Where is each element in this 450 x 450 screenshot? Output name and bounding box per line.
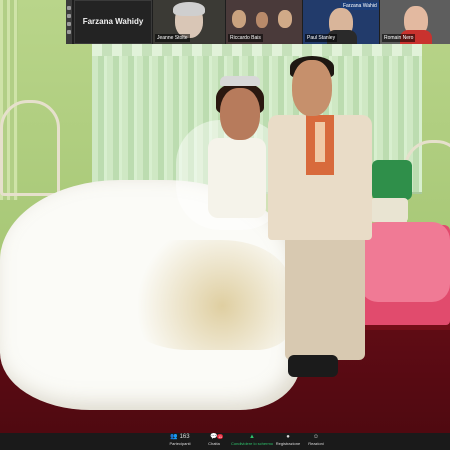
bed-pillow xyxy=(360,222,450,302)
groom-trousers xyxy=(285,235,365,360)
meeting-toolbar: 👥 163 Partecipanti 💬 11 Chatta ▲ Condivi… xyxy=(0,433,450,450)
participant-face xyxy=(232,10,246,28)
participant-tile[interactable]: Romain Nero xyxy=(380,0,450,44)
participant-name: Jeanne Stolte xyxy=(155,34,190,42)
chat-icon: 💬 xyxy=(210,434,218,440)
participant-name: Riccardo Bais xyxy=(228,34,263,42)
folded-cloth xyxy=(370,198,408,222)
participant-tile[interactable]: Jeanne Stolte xyxy=(153,0,225,44)
shared-screen-photo xyxy=(0,0,450,433)
active-speaker-name: Farzana Wahidy xyxy=(82,17,144,26)
chat-button[interactable]: 💬 11 Chatta xyxy=(194,434,234,446)
bed-headboard-left xyxy=(0,100,60,196)
participant-name: Paul Stanley xyxy=(305,34,338,42)
video-strip: Farzana Wahidy Jeanne Stolte Riccardo Ba… xyxy=(66,0,450,44)
participants-count: 163 xyxy=(179,434,190,440)
dress-gold-trim xyxy=(120,240,290,350)
groom-face xyxy=(292,60,332,116)
bride-tiara xyxy=(220,76,260,86)
participant-face xyxy=(256,12,268,28)
bride-torso xyxy=(208,138,266,218)
groom-shoes xyxy=(288,355,338,377)
participant-name: Romain Nero xyxy=(382,34,416,42)
chat-label: Chatta xyxy=(208,441,220,446)
green-bag xyxy=(372,160,412,200)
bride-face xyxy=(220,88,260,140)
reactions-button[interactable]: ☺ Reazioni xyxy=(296,434,336,446)
reactions-label: Reazioni xyxy=(308,441,324,446)
curtain-top xyxy=(92,42,422,56)
chat-badge: 11 xyxy=(217,434,224,439)
strip-scroll-handle[interactable] xyxy=(66,0,72,44)
groom-tie xyxy=(315,122,325,162)
participant-tile[interactable]: Farzana Wahid Paul Stanley xyxy=(303,0,379,44)
participant-tile[interactable]: Riccardo Bais xyxy=(226,0,302,44)
active-speaker-tile[interactable]: Farzana Wahidy xyxy=(74,0,152,44)
participant-hair xyxy=(173,2,205,16)
participant-face xyxy=(278,10,292,28)
reactions-icon: ☺ xyxy=(312,434,320,440)
